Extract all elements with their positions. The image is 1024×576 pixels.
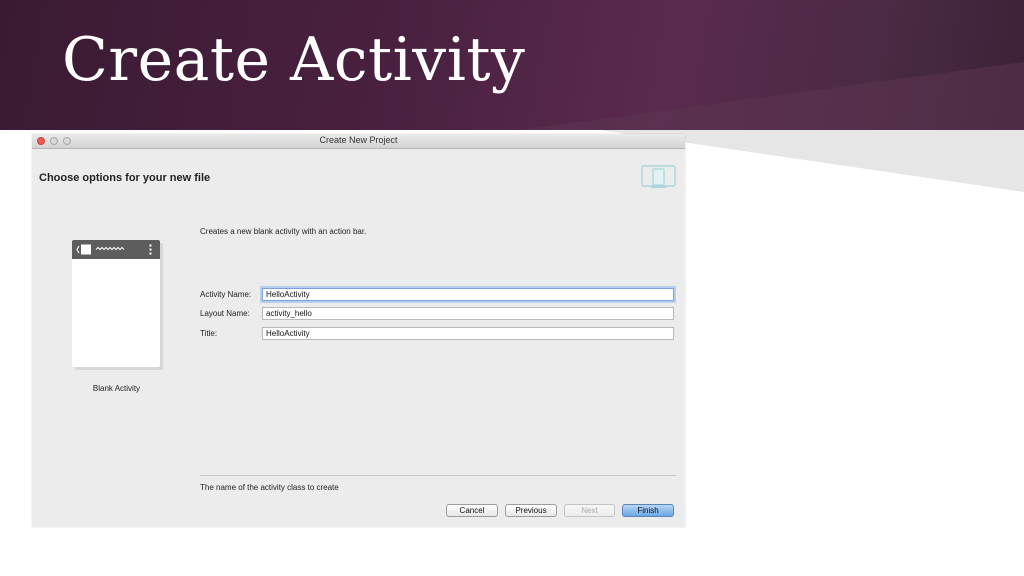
previous-button[interactable]: Previous [505,504,557,517]
layout-name-label: Layout Name: [200,309,250,318]
action-bar-graphics [76,244,152,255]
page-heading: Choose options for your new file [39,172,211,184]
title-placeholder [95,246,125,251]
create-project-window: Create New Project Choose options for yo… [32,134,685,527]
layout-name-field[interactable] [262,307,674,320]
cancel-button[interactable]: Cancel [446,504,498,517]
slide-title: Create Activity [62,25,526,95]
overflow-menu-icon [149,244,152,255]
app-icon [81,244,91,255]
field-hint: The name of the activity class to create [200,483,339,492]
title-label: Title: [200,329,218,338]
back-arrow-icon [76,245,80,254]
window-title: Create New Project [319,135,398,145]
window-titlebar[interactable]: Create New Project [32,134,685,149]
android-device-icon [641,165,676,188]
next-button[interactable]: Next [564,504,615,517]
template-label: Blank Activity [92,384,141,393]
title-field[interactable] [262,327,674,340]
divider [200,475,676,476]
activity-name-label: Activity Name: [200,290,252,299]
activity-name-field[interactable] [262,288,674,301]
template-description: Creates a new blank activity with an act… [200,227,367,236]
template-preview[interactable] [72,240,160,367]
preview-action-bar [72,240,160,259]
finish-button[interactable]: Finish [622,504,674,517]
